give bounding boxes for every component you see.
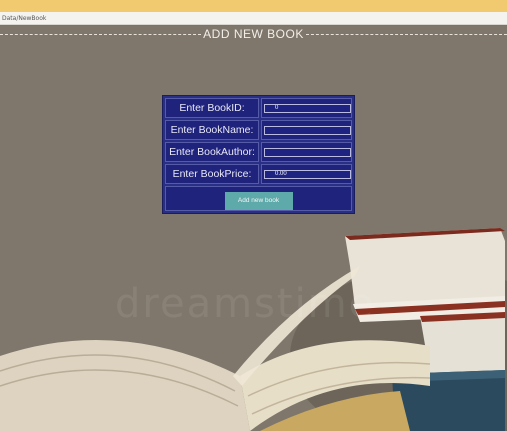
form-row-book-name: Enter BookName:: [165, 120, 352, 140]
book-name-label: Enter BookName:: [165, 120, 259, 140]
books-illustration: [0, 26, 507, 431]
background-image: dreamstime: [0, 26, 507, 431]
watermark-text: dreamstime: [115, 281, 376, 327]
form-row-book-author: Enter BookAuthor:: [165, 142, 352, 162]
address-bar[interactable]: Data/NewBook: [0, 12, 507, 25]
book-author-input[interactable]: [264, 147, 351, 157]
form-row-book-price: Enter BookPrice:: [165, 164, 352, 184]
form-row-book-id: Enter BookID:: [165, 98, 352, 118]
add-book-form: Enter BookID: Enter BookName: Enter Book…: [162, 95, 355, 214]
page-title-row: ADD NEW BOOK: [0, 27, 507, 41]
book-price-label: Enter BookPrice:: [165, 164, 259, 184]
page-title: ADD NEW BOOK: [203, 27, 304, 41]
book-author-label: Enter BookAuthor:: [165, 142, 259, 162]
book-price-input[interactable]: [264, 169, 351, 179]
add-new-book-button[interactable]: Add new book: [224, 192, 293, 210]
book-name-input[interactable]: [264, 125, 351, 135]
book-id-label: Enter BookID:: [165, 98, 259, 118]
title-divider-right: [305, 33, 507, 35]
book-id-input[interactable]: [264, 103, 351, 113]
browser-top-bar: [0, 0, 507, 12]
form-row-submit: Add new book: [165, 186, 352, 211]
title-divider-left: [0, 33, 202, 35]
